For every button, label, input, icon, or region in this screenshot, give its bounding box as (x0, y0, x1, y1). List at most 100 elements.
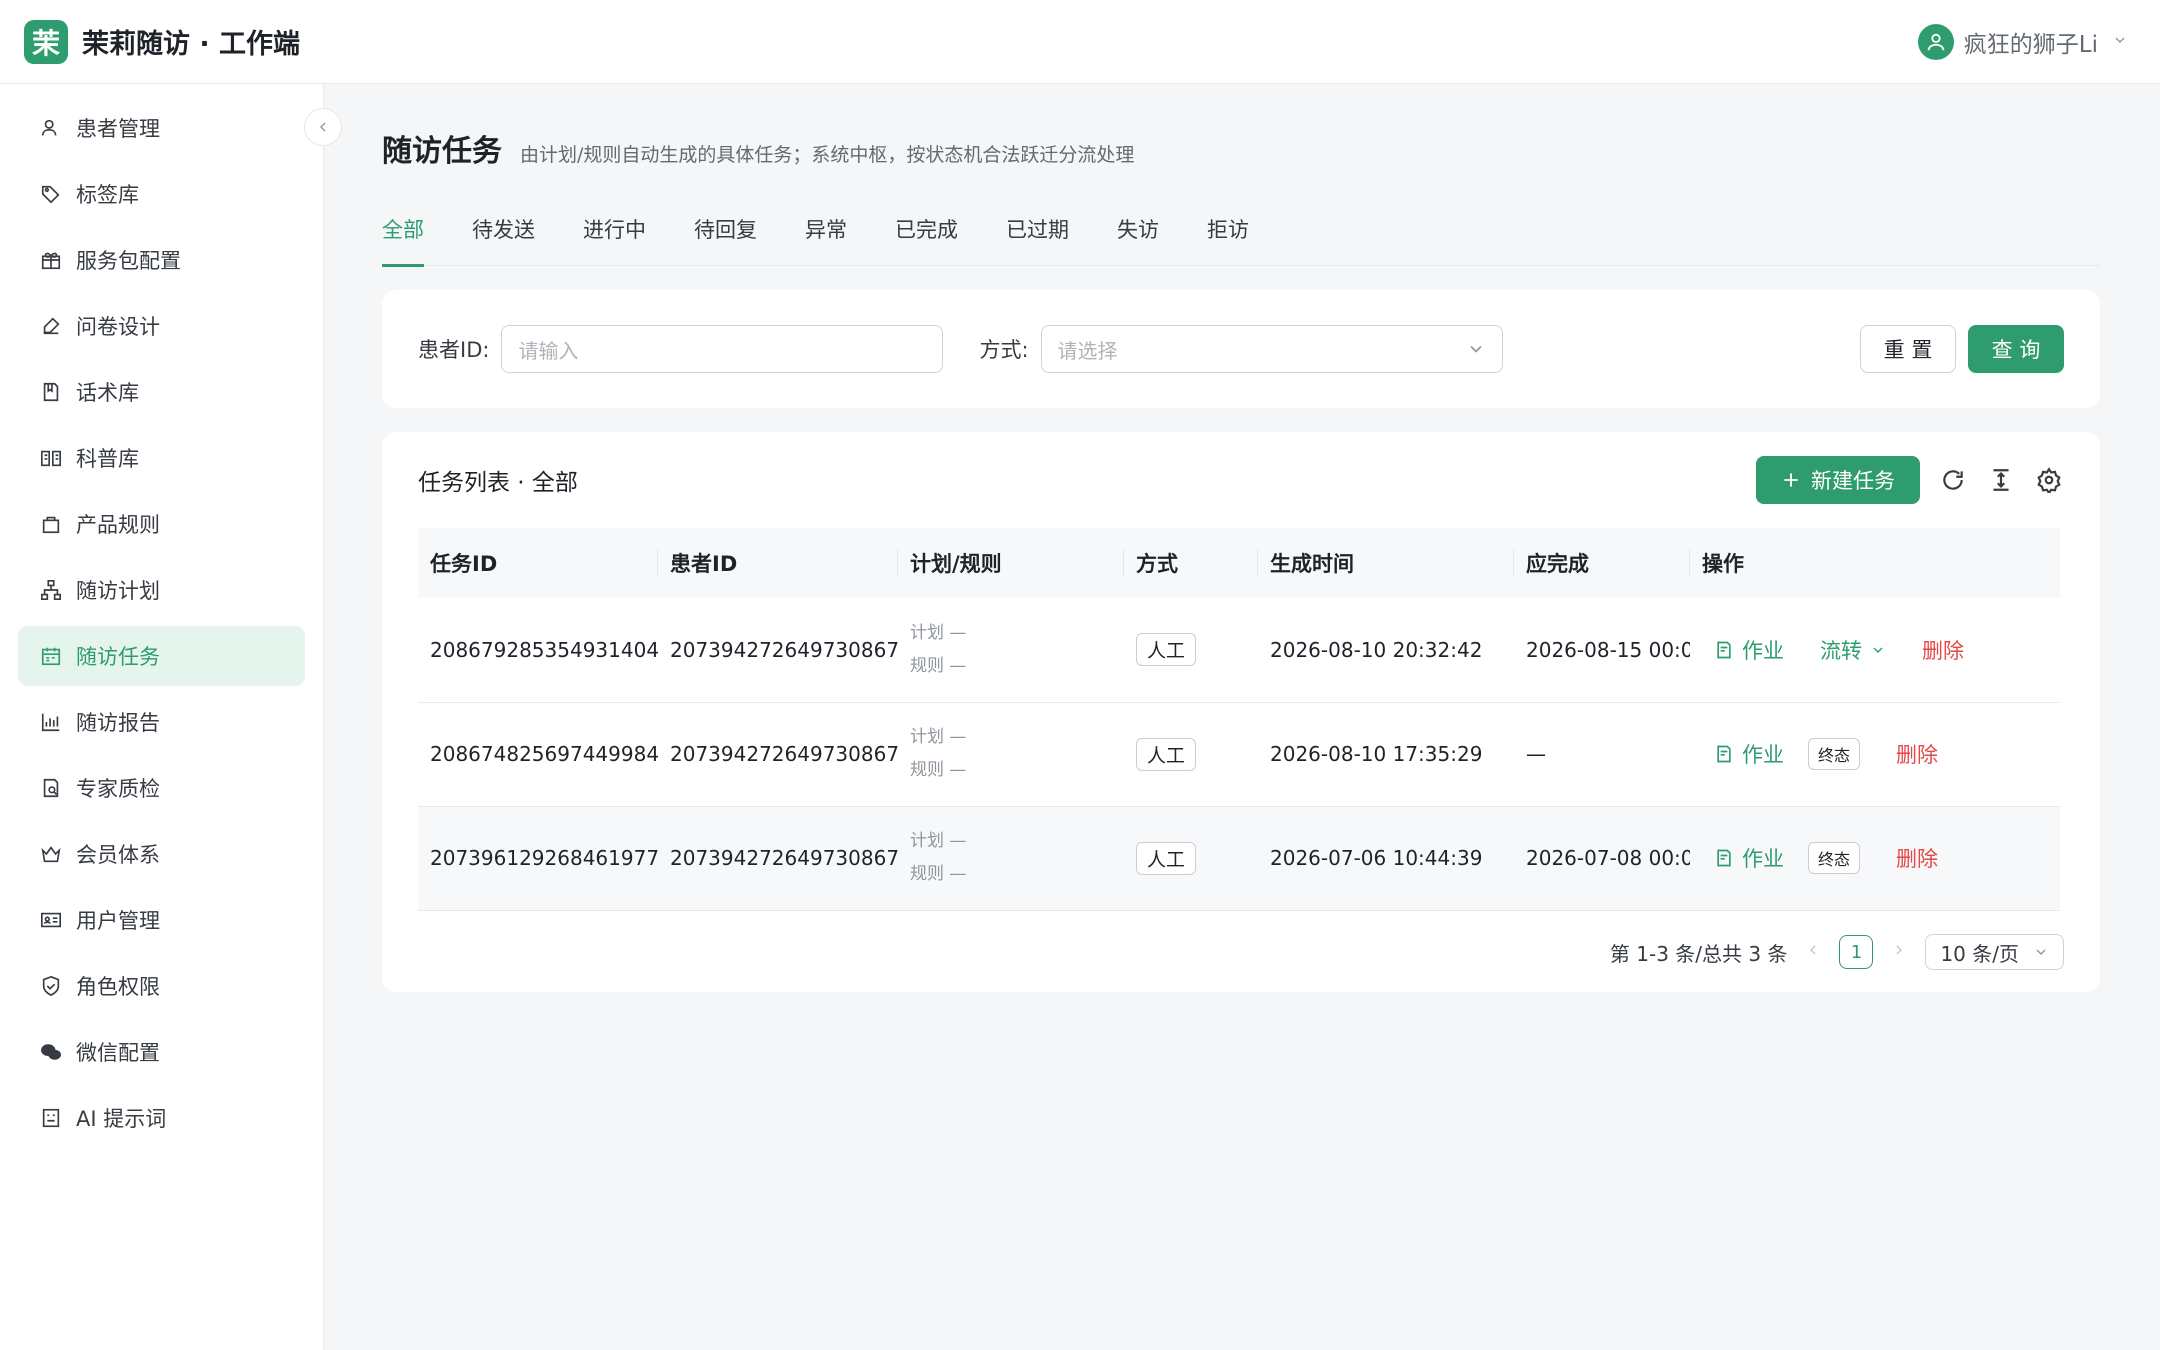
sidebar-item-2[interactable]: 服务包配置 (18, 230, 305, 290)
inspect-icon (40, 777, 62, 799)
document-icon (1717, 745, 1731, 763)
tab-8[interactable]: 拒访 (1207, 210, 1249, 266)
robot-icon (40, 1107, 62, 1129)
open-book-icon (40, 447, 62, 469)
tab-3[interactable]: 待回复 (694, 210, 757, 266)
crown-icon (40, 843, 62, 865)
table-row[interactable]: 2073961292684619778 2073942726497308673 计划… (418, 806, 2060, 910)
chevron-down-icon (2112, 32, 2128, 52)
sidebar-item-6[interactable]: 产品规则 (18, 494, 305, 554)
id-card-icon (40, 909, 62, 931)
method-label: 方式: (979, 338, 1029, 362)
sidebar-item-label: 会员体系 (76, 843, 160, 867)
tab-0[interactable]: 全部 (382, 210, 424, 267)
final-state-badge: 终态 (1808, 842, 1861, 874)
operations-cell: 作业 终态 删除 (1690, 702, 2060, 806)
bag-icon (40, 513, 62, 535)
sidebar-item-label: 随访任务 (76, 645, 160, 669)
patient-icon (40, 117, 62, 139)
column-header: 应完成 (1514, 528, 1690, 598)
patient-id-cell: 2073942726497308673 (670, 742, 898, 766)
gift-icon (40, 249, 62, 271)
tab-2[interactable]: 进行中 (583, 210, 646, 266)
bar-chart-icon (40, 711, 62, 733)
due-cell: 2026-08-15 00:00 (1526, 637, 1690, 662)
column-header-label: 生成时间 (1270, 552, 1354, 576)
wechat-icon (40, 1041, 62, 1063)
delete-button[interactable]: 删除 (1922, 635, 1964, 665)
column-header-label: 计划/规则 (910, 552, 1002, 576)
tab-5[interactable]: 已完成 (895, 210, 958, 266)
tab-4[interactable]: 异常 (805, 210, 847, 266)
table-row[interactable]: 2086792853549314049 2073942726497308673 计划… (418, 598, 2060, 702)
brand[interactable]: 茉 茉莉随访 · 工作端 (24, 19, 300, 64)
tab-7[interactable]: 失访 (1117, 210, 1159, 266)
sidebar-item-label: 问卷设计 (76, 315, 160, 339)
next-page-icon[interactable] (1891, 942, 1907, 963)
table-header-row: 任务ID 患者ID 计划/规则 方式 生成时间 应完成 操作 (418, 528, 2060, 598)
due-cell: 2026-07-08 00:00 (1526, 846, 1690, 870)
new-task-button[interactable]: 新建任务 (1756, 456, 1920, 504)
task-id-cell: 2073961292684619778 (430, 846, 658, 870)
delete-button[interactable]: 删除 (1896, 843, 1938, 873)
rule-text: 规则 — (910, 864, 967, 884)
method-select[interactable]: 请选择 (1040, 325, 1503, 373)
sidebar-item-5[interactable]: 科普库 (18, 428, 305, 488)
work-button[interactable]: 作业 (1714, 635, 1784, 665)
sidebar-item-4[interactable]: 话术库 (18, 362, 305, 422)
transfer-label: 流转 (1820, 638, 1862, 663)
collapse-sidebar-button[interactable] (304, 108, 342, 146)
column-height-icon[interactable] (1986, 465, 2016, 495)
table-row[interactable]: 2086748256974499841 2073942726497308673 计划… (418, 702, 2060, 806)
transfer-dropdown[interactable]: 流转 (1820, 635, 1886, 665)
plan-text: 计划 — (910, 622, 967, 643)
sidebar-item-label: 服务包配置 (76, 249, 181, 273)
patient-id-input[interactable]: 请输入 (501, 325, 944, 373)
filter-card: 患者ID: 请输入 方式: 请选择 重 置 查 询 (382, 290, 2100, 408)
sidebar-item-10[interactable]: 专家质检 (18, 758, 305, 818)
delete-button[interactable]: 删除 (1896, 739, 1938, 769)
tab-6[interactable]: 已过期 (1006, 210, 1069, 266)
pagination-summary: 第 1-3 条/总共 3 条 (1609, 941, 1788, 966)
sidebar-item-15[interactable]: AI 提示词 (18, 1088, 305, 1148)
patient-id-placeholder: 请输入 (518, 338, 579, 363)
work-button[interactable]: 作业 (1714, 843, 1784, 873)
page-size-select[interactable]: 10 条/页 (1925, 934, 2064, 970)
page-size-value: 10 条/页 (1940, 941, 2019, 966)
column-header-label: 患者ID (670, 552, 738, 576)
edit-icon (40, 315, 62, 337)
prev-page-icon[interactable] (1805, 942, 1821, 963)
page-title: 随访任务 (382, 134, 502, 169)
sidebar-item-label: 随访报告 (76, 711, 160, 735)
sidebar-item-label: 话术库 (76, 381, 139, 405)
brand-logo: 茉 (24, 19, 68, 64)
reset-button[interactable]: 重 置 (1860, 325, 1956, 373)
page-header: 随访任务 由计划/规则自动生成的具体任务；系统中枢，按状态机合法跃迁分流处理 (382, 126, 2100, 170)
sidebar-item-7[interactable]: 随访计划 (18, 560, 305, 620)
sidebar-item-8[interactable]: 随访任务 (18, 626, 305, 686)
method-badge: 人工 (1136, 841, 1197, 875)
sidebar-item-0[interactable]: 患者管理 (18, 98, 305, 158)
sidebar-item-label: 患者管理 (76, 117, 160, 141)
chevron-down-icon (1469, 345, 1482, 353)
user-menu[interactable]: 疯狂的狮子Li (1917, 23, 2136, 60)
sidebar-item-9[interactable]: 随访报告 (18, 692, 305, 752)
column-header: 方式 (1124, 528, 1258, 598)
sidebar-item-11[interactable]: 会员体系 (18, 824, 305, 884)
sidebar-item-13[interactable]: 角色权限 (18, 956, 305, 1016)
sidebar-item-14[interactable]: 微信配置 (18, 1022, 305, 1082)
work-button[interactable]: 作业 (1714, 739, 1784, 769)
sidebar-item-3[interactable]: 问卷设计 (18, 296, 305, 356)
page-number-current[interactable]: 1 (1839, 935, 1874, 969)
work-label: 作业 (1742, 743, 1784, 767)
plan-text: 计划 — (910, 727, 967, 747)
settings-icon[interactable] (2034, 465, 2064, 495)
tab-1[interactable]: 待发送 (472, 210, 535, 266)
refresh-icon[interactable] (1938, 465, 1968, 495)
sidebar-item-1[interactable]: 标签库 (18, 164, 305, 224)
query-button[interactable]: 查 询 (1968, 325, 2064, 373)
sidebar-item-label: 产品规则 (76, 513, 160, 537)
sidebar-item-12[interactable]: 用户管理 (18, 890, 305, 950)
column-header: 操作 (1690, 528, 2060, 598)
column-header: 患者ID (658, 528, 898, 598)
